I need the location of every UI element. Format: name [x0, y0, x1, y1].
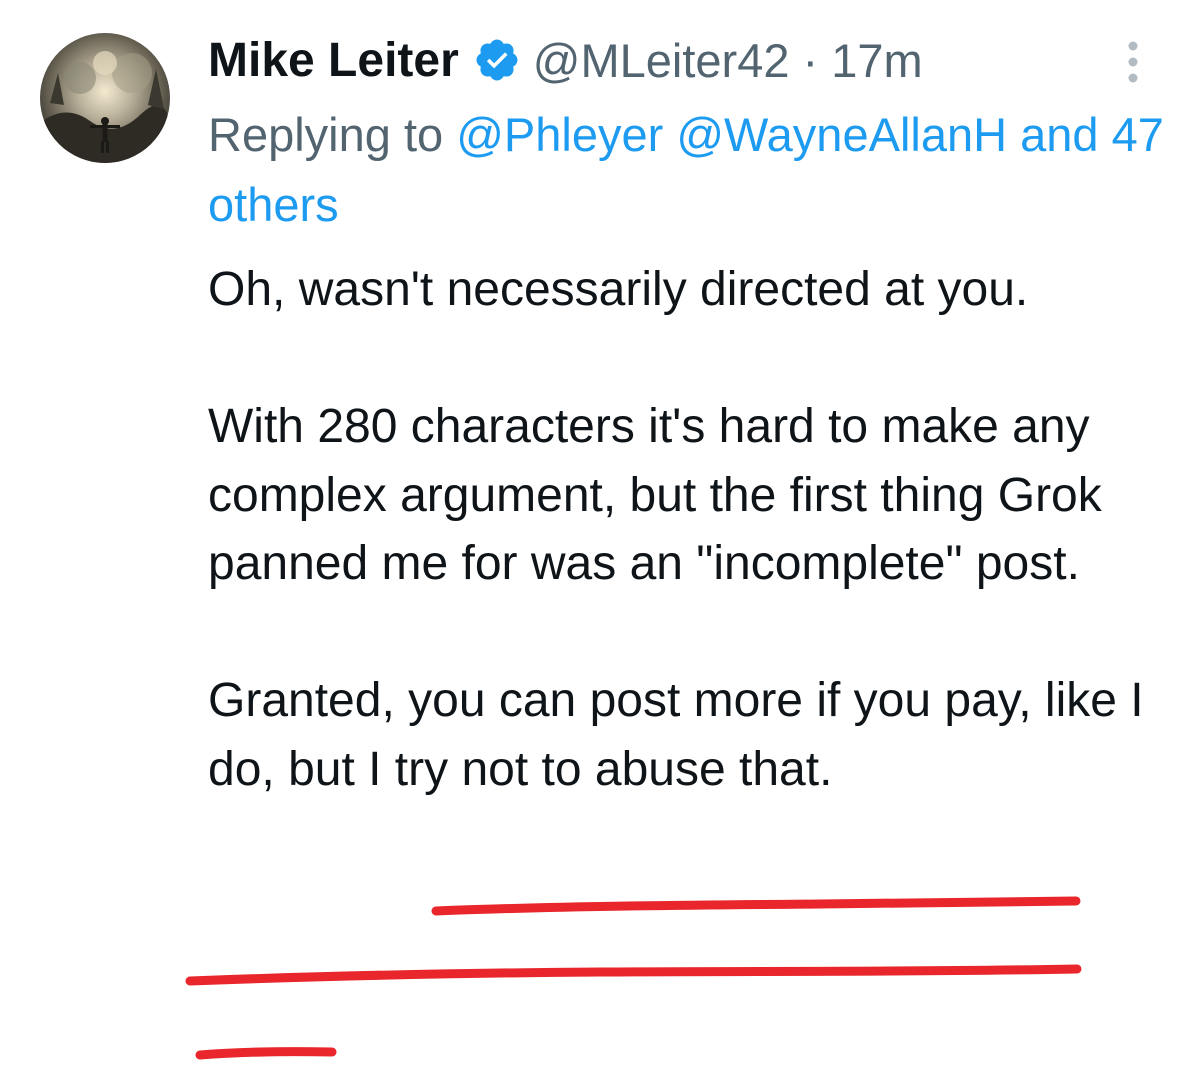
separator-dot: ·: [802, 33, 819, 87]
mention-link[interactable]: @Phleyer: [456, 108, 663, 161]
tweet-text-plain: Granted,: [208, 674, 395, 727]
tweet-body: Oh, wasn't necessarily directed at you. …: [208, 256, 1168, 804]
tweet-paragraph: Oh, wasn't necessarily directed at you.: [208, 263, 1029, 316]
post-time[interactable]: 17m: [831, 34, 922, 87]
avatar[interactable]: [40, 33, 170, 163]
replying-to-label: Replying to: [208, 108, 444, 161]
verified-badge-icon: [476, 39, 518, 81]
handle-and-time: @MLeiter42 · 17m: [533, 33, 923, 88]
author-name[interactable]: Mike Leiter: [208, 33, 459, 88]
mention-link[interactable]: @WayneAllanH: [676, 108, 1007, 161]
author-handle[interactable]: @MLeiter42: [533, 34, 790, 87]
tweet-header: Mike Leiter @MLeiter42 · 17m: [208, 28, 923, 92]
tweet-paragraph: Granted, you can post more if you pay, l…: [208, 667, 1168, 804]
tweet-paragraph: With 280 characters it's hard to make an…: [208, 400, 1102, 590]
more-vertical-icon[interactable]: [1118, 38, 1148, 86]
replying-to-line: Replying to @Phleyer @WayneAllanH and 47…: [208, 100, 1168, 240]
avatar-image: [40, 33, 170, 163]
